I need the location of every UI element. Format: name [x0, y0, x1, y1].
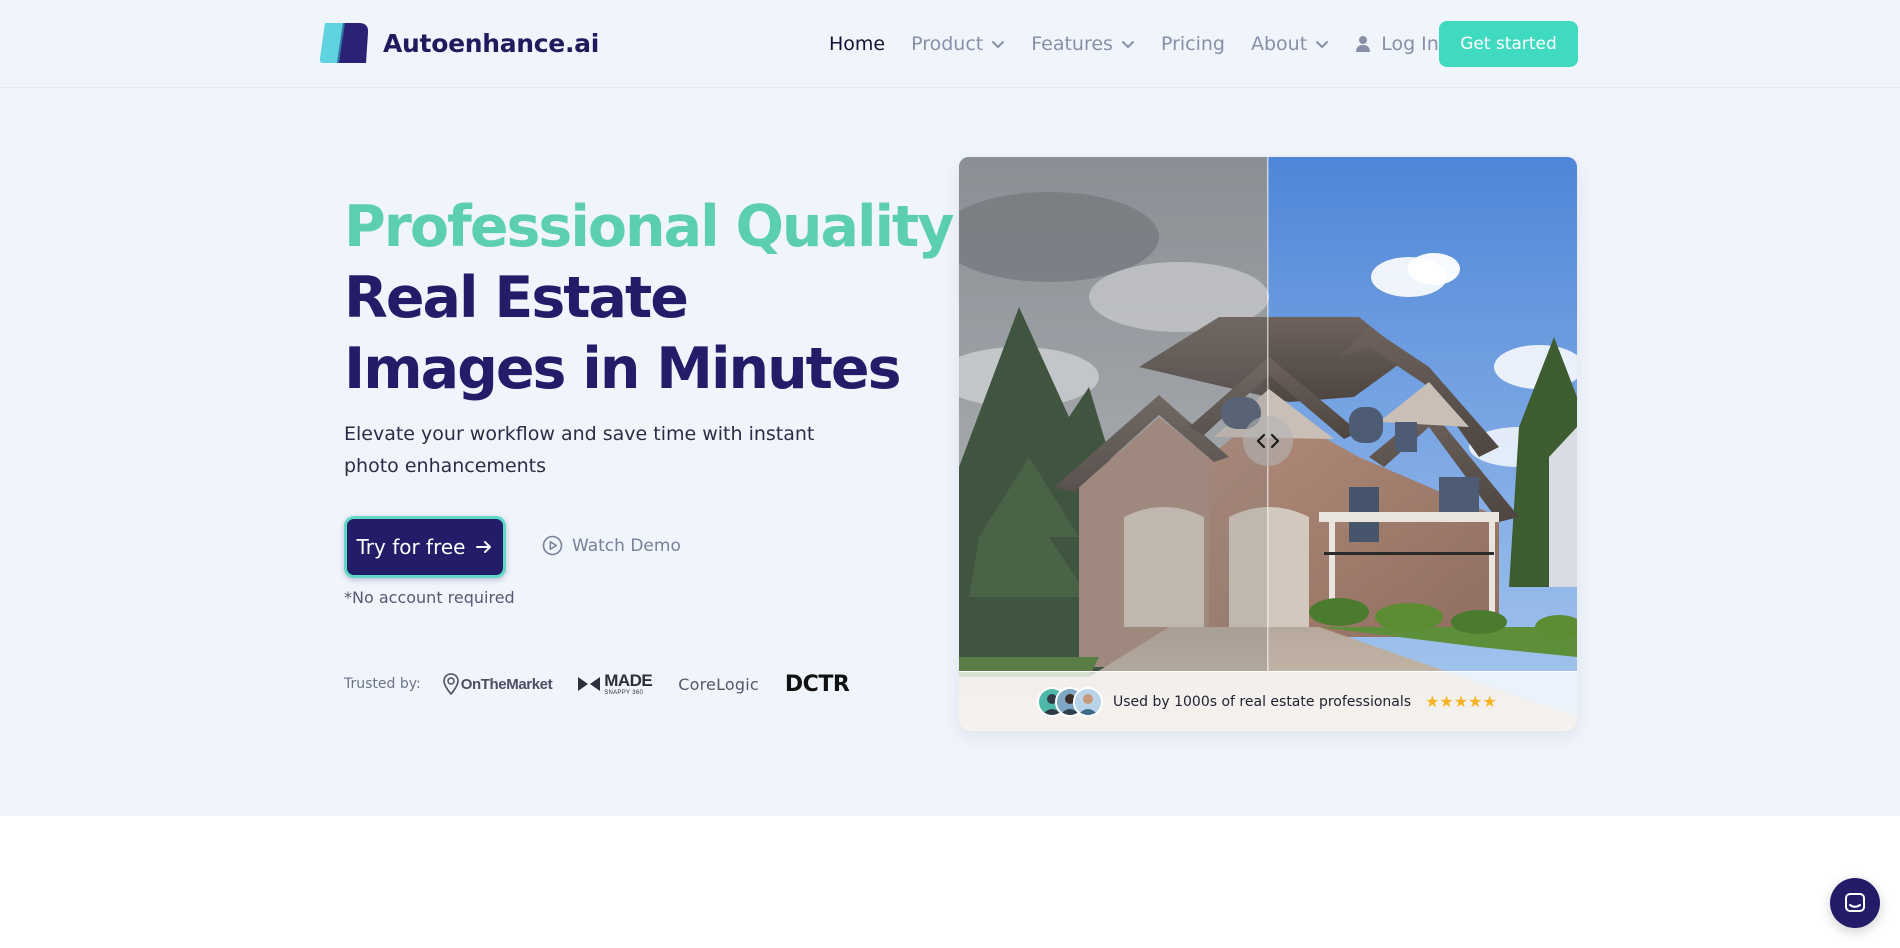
hero-subheadline: Elevate your workflow and save time with…: [344, 423, 815, 477]
nav-home-label: Home: [829, 33, 886, 55]
get-started-button[interactable]: Get started: [1439, 21, 1578, 67]
nav-pricing[interactable]: Pricing: [1161, 33, 1225, 55]
brand-logo[interactable]: Autoenhance.ai: [319, 21, 599, 65]
brand-name: Autoenhance.ai: [383, 28, 600, 58]
made-snappy-logo: MADE SNAPPY 360: [578, 671, 653, 696]
next-section: [0, 816, 1900, 948]
nav-features[interactable]: Features: [1031, 33, 1135, 55]
nav-login-label: Log In: [1381, 33, 1439, 55]
onthemarket-text: OnTheMarket: [460, 675, 553, 693]
hero-headline-accent: Professional Quality: [344, 194, 954, 260]
top-navigation: Autoenhance.ai Home Product Features Pri…: [0, 0, 1900, 88]
hero-headline-main: Real Estate Images in Minutes: [344, 265, 902, 402]
made-mark-icon: [578, 677, 601, 691]
corelogic-logo: CoreLogic: [678, 674, 759, 694]
onthemarket-logo: OnTheMarket: [442, 673, 553, 695]
location-pin-icon: [442, 673, 459, 695]
watch-demo-label: Watch Demo: [572, 535, 681, 556]
dctr-logo: DCTR: [784, 671, 850, 697]
watch-demo-button[interactable]: Watch Demo: [542, 535, 681, 556]
nav-login[interactable]: Log In: [1355, 33, 1439, 55]
nav-features-label: Features: [1031, 33, 1113, 55]
before-after-image-card[interactable]: Used by 1000s of real estate professiona…: [959, 157, 1577, 731]
nav-home[interactable]: Home: [829, 33, 885, 55]
nav-about[interactable]: About: [1251, 33, 1329, 55]
no-account-note: *No account required: [344, 588, 515, 607]
chevron-left-right-icon: [1256, 433, 1280, 449]
nav-product-label: Product: [911, 33, 984, 55]
try-for-free-button[interactable]: Try for free: [344, 516, 506, 578]
chat-launcher-button[interactable]: [1830, 878, 1880, 928]
avatar: [1073, 686, 1103, 717]
chevron-down-icon: [1315, 37, 1329, 51]
trusted-by-label: Trusted by:: [344, 676, 421, 692]
made-text: MADE: [604, 671, 653, 690]
chat-icon: [1845, 893, 1865, 912]
avatar-group: [1037, 686, 1105, 717]
nav-about-label: About: [1251, 33, 1308, 55]
nav-pricing-label: Pricing: [1160, 33, 1225, 55]
social-proof-bar: Used by 1000s of real estate professiona…: [959, 671, 1577, 731]
trusted-by-row: Trusted by: OnTheMarket MADE SNAPPY 360 …: [344, 670, 875, 698]
logo-mark-icon: [319, 21, 371, 65]
chevron-down-icon: [991, 37, 1005, 51]
play-circle-icon: [542, 535, 563, 556]
arrow-right-icon: [475, 538, 493, 556]
made-subtext: SNAPPY 360: [604, 690, 644, 696]
social-proof-text: Used by 1000s of real estate professiona…: [1113, 693, 1412, 710]
star-rating-icon: ★★★★★: [1425, 693, 1497, 711]
comparison-slider-handle[interactable]: [1243, 416, 1293, 466]
nav-product[interactable]: Product: [911, 33, 1005, 55]
hero-headline: Professional Quality Real Estate Images …: [344, 192, 954, 405]
nav-links: Home Product Features Pricing About Log …: [829, 28, 1465, 60]
user-icon: [1355, 35, 1371, 53]
chevron-down-icon: [1121, 37, 1135, 51]
try-for-free-label: Try for free: [356, 535, 466, 559]
